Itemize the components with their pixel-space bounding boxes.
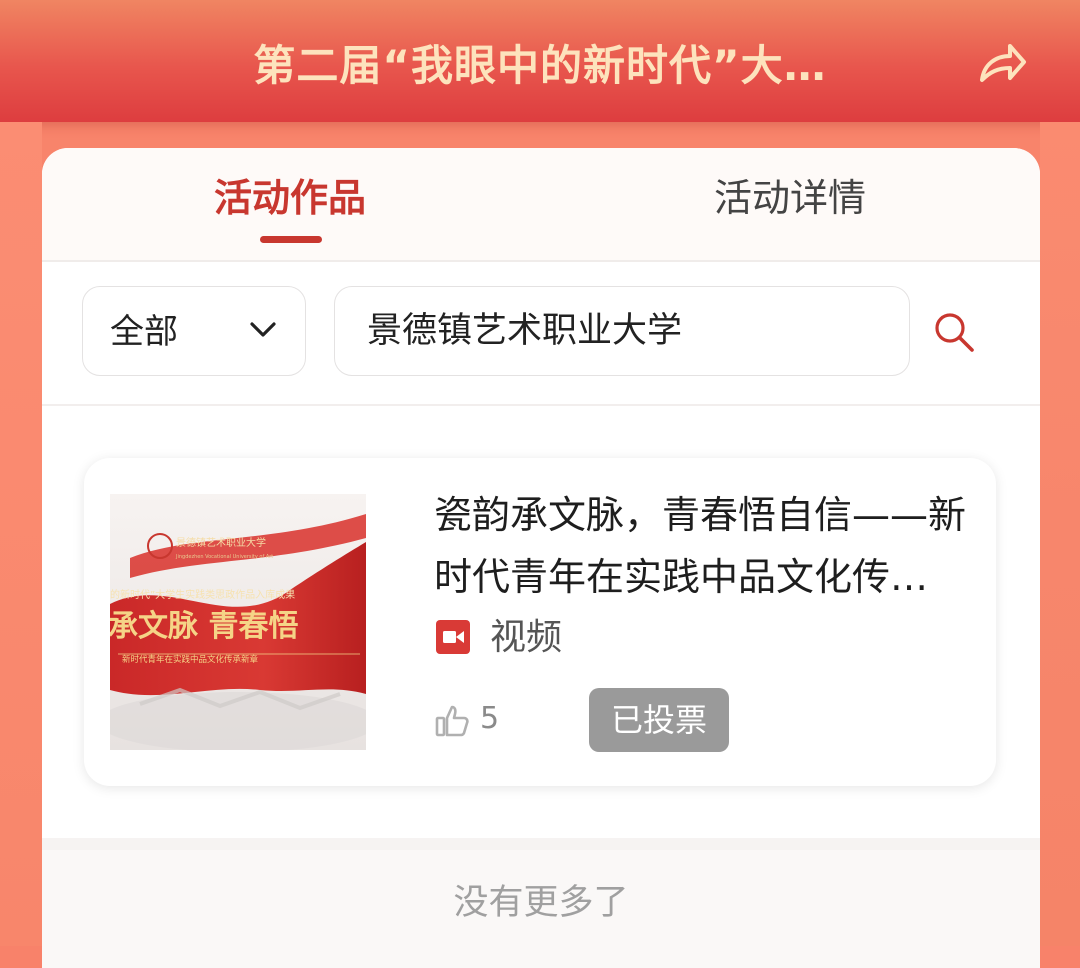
thumbnail-main-text: 承文脉 青春悟 bbox=[110, 609, 298, 644]
search-input-value: 景德镇艺术职业大学 bbox=[367, 311, 683, 351]
search-input[interactable]: 景德镇艺术职业大学 bbox=[334, 286, 910, 376]
divider bbox=[42, 260, 1040, 262]
vote-icon bbox=[435, 705, 469, 737]
thumbnail-sub-text: 新时代青年在实践中品文化传承新章 bbox=[122, 654, 259, 665]
search-icon[interactable] bbox=[932, 310, 976, 354]
thumbnail-school-name: 景德镇艺术职业大学 bbox=[176, 536, 266, 549]
background-edge-right bbox=[1040, 122, 1080, 946]
vote-count: 5 bbox=[480, 701, 500, 736]
work-type-label: 视频 bbox=[490, 617, 563, 658]
tab-activity-works[interactable]: 活动作品 bbox=[190, 170, 390, 226]
page-title: 第二届“我眼中的新时代”大… bbox=[253, 41, 827, 90]
thumbnail-subtitle: 的新时代”大学生实践类思政作品入库成果 bbox=[110, 588, 295, 601]
active-tab-indicator bbox=[260, 236, 322, 243]
work-item-card[interactable]: 景德镇艺术职业大学 Jingdezhen Vocational Universi… bbox=[84, 458, 996, 786]
background-edge-left bbox=[0, 122, 42, 946]
thumbnail-school-english: Jingdezhen Vocational University of Art bbox=[175, 554, 273, 560]
thumbnail-image: 景德镇艺术职业大学 Jingdezhen Vocational Universi… bbox=[110, 494, 366, 750]
no-more-text: 没有更多了 bbox=[453, 883, 629, 923]
content-card: 活动作品 活动详情 全部 景德镇艺术职业大学 景德镇艺术职业大学 Jingdez… bbox=[42, 148, 1040, 968]
work-title[interactable]: 瓷韵承文脉，青春悟自信——新时代青年在实践中品文化传… bbox=[434, 484, 974, 608]
video-icon bbox=[436, 620, 470, 654]
section-gap bbox=[42, 838, 1040, 850]
divider bbox=[42, 404, 1040, 406]
tab-bar: 活动作品 活动详情 bbox=[42, 148, 1040, 260]
work-thumbnail[interactable]: 景德镇艺术职业大学 Jingdezhen Vocational Universi… bbox=[110, 494, 366, 750]
voted-button[interactable]: 已投票 bbox=[589, 688, 729, 752]
chevron-down-icon bbox=[250, 322, 276, 337]
category-select-value: 全部 bbox=[110, 312, 178, 352]
tab-activity-details[interactable]: 活动详情 bbox=[690, 170, 890, 226]
app-header: 第二届“我眼中的新时代”大… bbox=[0, 0, 1080, 122]
category-select[interactable]: 全部 bbox=[82, 286, 306, 376]
share-icon[interactable] bbox=[976, 40, 1028, 88]
